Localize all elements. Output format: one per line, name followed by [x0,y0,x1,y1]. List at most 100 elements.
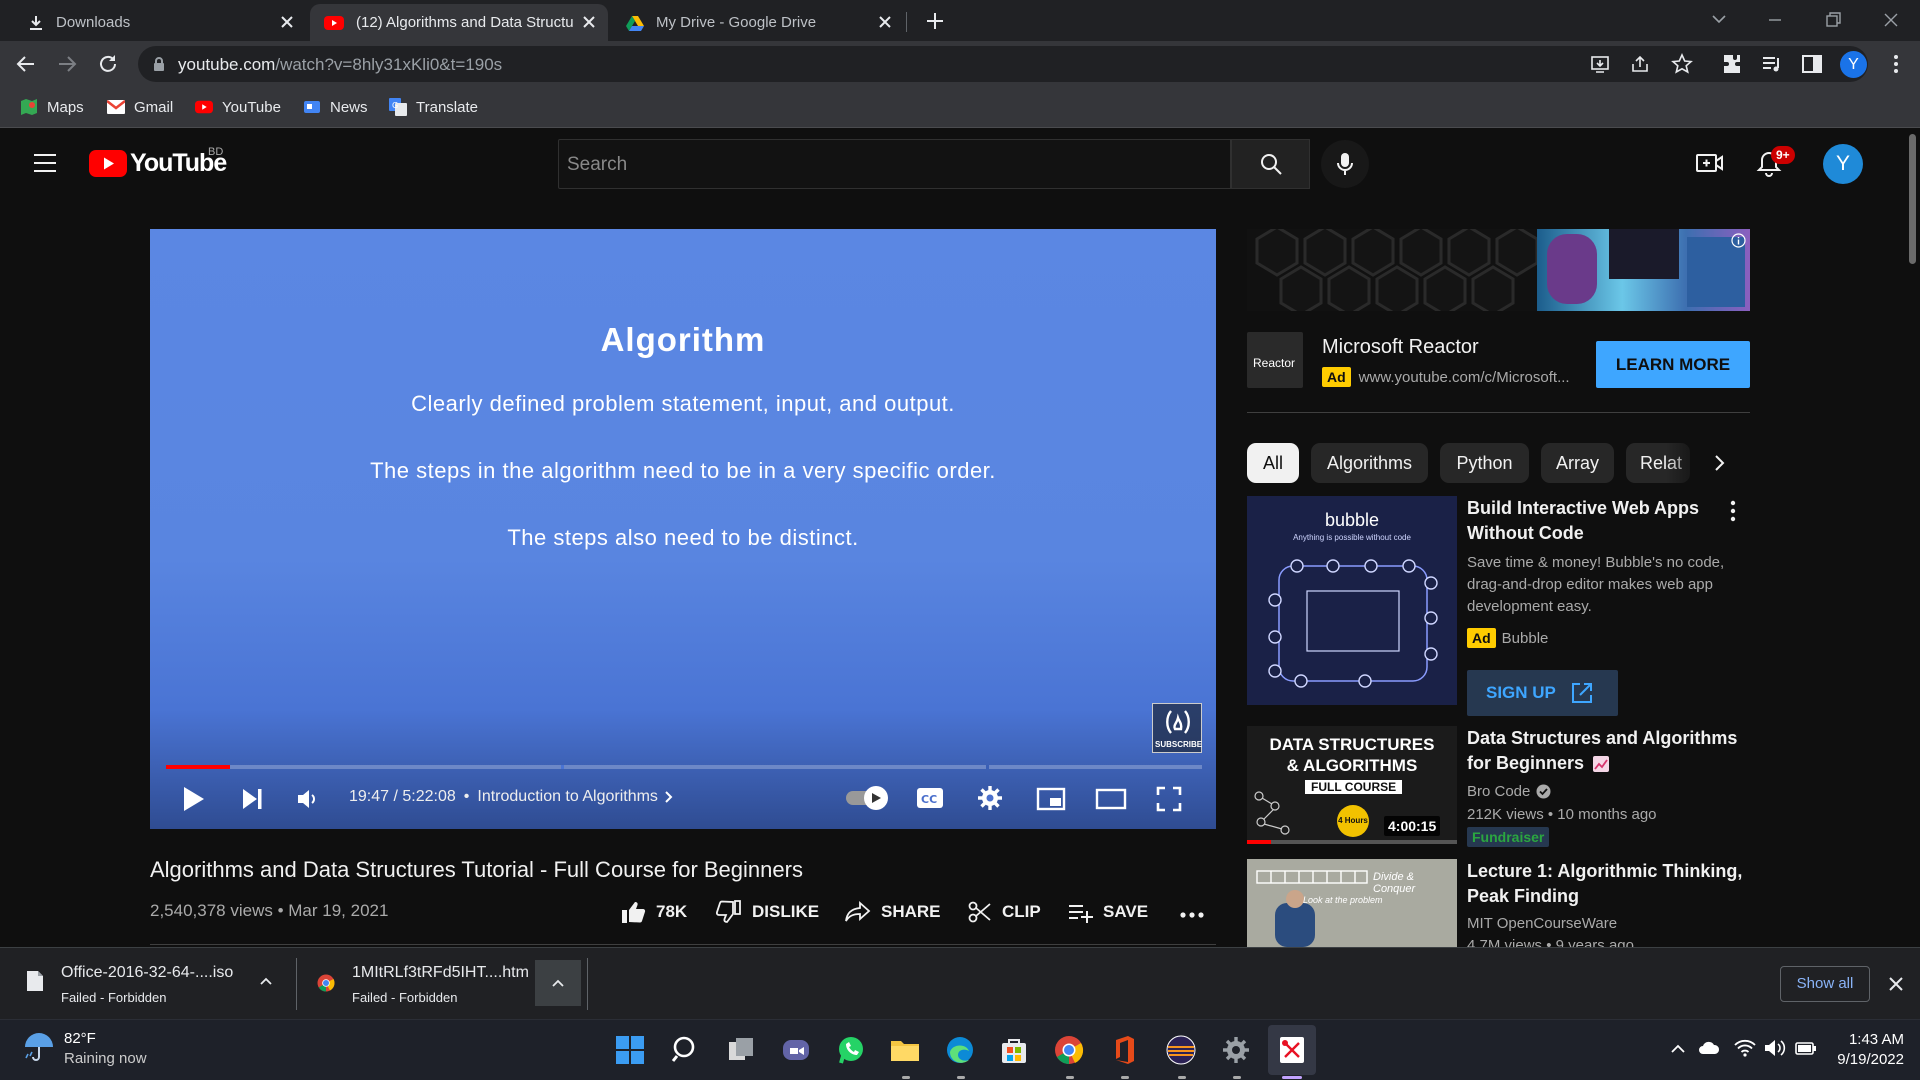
office-icon[interactable] [1108,1034,1140,1066]
bookmark-translate[interactable]: G Translate [389,98,478,116]
new-tab-icon[interactable] [924,10,946,32]
chapter-title[interactable]: Introduction to Algorithms [477,788,658,806]
minimize-icon[interactable] [1764,10,1786,30]
file-explorer-icon[interactable] [889,1034,921,1066]
chip-array[interactable]: Array [1541,443,1614,483]
tab-google-drive[interactable]: My Drive - Google Drive [612,4,904,41]
youtube-logo[interactable]: YouTube [89,149,227,178]
restore-icon[interactable] [1822,10,1844,30]
tab-downloads[interactable]: Downloads [14,4,306,41]
learn-more-button[interactable]: LEARN MORE [1596,341,1750,388]
close-icon[interactable] [1888,976,1904,992]
search-icon[interactable] [670,1034,702,1066]
clip-button[interactable]: CLIP [968,900,1041,924]
bookmark-maps[interactable]: Maps [20,98,84,116]
windows-start-icon[interactable] [614,1034,646,1066]
chevron-up-icon[interactable] [259,976,273,986]
video-title[interactable]: Lecture 1: Algorithmic Thinking, Peak Fi… [1467,859,1742,909]
teams-chat-icon[interactable] [780,1034,812,1066]
tab-youtube-video[interactable]: (12) Algorithms and Data Structu [310,4,608,41]
ad-thumbnail[interactable]: bubble Anything is possible without code [1247,496,1457,705]
bookmark-youtube[interactable]: YouTube [195,98,281,116]
volume-icon[interactable] [296,787,320,811]
video-title[interactable]: Data Structures and Algorithms for Begin… [1467,726,1737,776]
reload-icon[interactable] [96,52,120,76]
ad-title[interactable]: Build Interactive Web Apps Without Code [1467,496,1699,546]
theater-mode-icon[interactable] [1095,788,1127,810]
download-item[interactable]: 1MItRLf3tRFd5IHT....htm Failed - Forbidd… [297,948,587,1019]
banner-ad-image[interactable] [1247,229,1750,311]
chrome-icon[interactable] [1053,1034,1085,1066]
fullscreen-icon[interactable] [1156,786,1182,812]
address-bar[interactable]: youtube.com/watch?v=8hly31xKli0&t=190s [138,46,1868,82]
channel-watermark[interactable]: SUBSCRIBE [1152,703,1202,753]
create-video-icon[interactable] [1696,151,1724,175]
video-thumbnail[interactable]: Divide & Conquer Look at the problem [1247,859,1457,947]
microsoft-store-icon[interactable] [998,1034,1030,1066]
sign-up-button[interactable]: SIGN UP [1467,670,1618,716]
play-icon[interactable] [180,785,206,813]
video-player[interactable]: Algorithm Clearly defined problem statem… [150,229,1216,829]
volume-icon[interactable] [1764,1039,1786,1057]
share-page-icon[interactable] [1630,54,1650,74]
chip-python[interactable]: Python [1440,443,1529,483]
settings-gear-icon[interactable] [977,785,1003,811]
advertiser-logo[interactable]: Reactor [1247,332,1303,388]
system-clock[interactable]: 1:43 AM 9/19/2022 [1832,1030,1904,1070]
bookmark-star-icon[interactable] [1671,53,1693,75]
download-menu-button[interactable] [535,960,581,1006]
forward-arrow-icon[interactable] [55,52,79,76]
bookmark-gmail[interactable]: Gmail [107,98,173,116]
more-vertical-icon[interactable] [1884,52,1908,76]
onedrive-cloud-icon[interactable] [1698,1040,1720,1056]
task-view-icon[interactable] [725,1034,757,1066]
next-video-icon[interactable] [240,787,264,811]
video-thumbnail[interactable]: DATA STRUCTURES & ALGORITHMS FULL COURSE… [1247,726,1457,844]
install-app-icon[interactable] [1590,54,1610,74]
snipping-tool-icon[interactable] [1276,1034,1308,1066]
search-input[interactable]: Search [558,139,1231,189]
eclipse-ide-icon[interactable] [1165,1034,1197,1066]
search-button[interactable] [1231,139,1310,189]
media-queue-icon[interactable] [1760,52,1784,76]
dislike-button[interactable]: DISLIKE [716,900,819,924]
page-scrollbar[interactable] [1905,128,1920,947]
battery-charging-icon[interactable] [1794,1039,1818,1057]
more-vertical-icon[interactable] [1730,500,1736,522]
voice-search-button[interactable] [1321,140,1369,188]
extensions-puzzle-icon[interactable] [1720,52,1744,76]
chevron-right-icon[interactable] [1712,453,1726,473]
show-all-button[interactable]: Show all [1780,966,1870,1002]
hamburger-menu-icon[interactable] [32,152,58,174]
chevron-up-icon[interactable] [1670,1042,1686,1054]
side-panel-icon[interactable] [1800,52,1824,76]
share-button[interactable]: SHARE [845,900,941,924]
whatsapp-icon[interactable] [835,1034,867,1066]
like-button[interactable]: 78K [620,900,687,924]
scrollbar-thumb[interactable] [1909,134,1916,264]
profile-avatar[interactable]: Y [1840,51,1867,78]
miniplayer-icon[interactable] [1036,787,1066,811]
back-arrow-icon[interactable] [14,52,38,76]
account-avatar[interactable]: Y [1823,144,1863,184]
window-close-icon[interactable] [1880,10,1902,30]
lock-icon[interactable] [152,56,166,72]
wifi-icon[interactable] [1734,1039,1756,1057]
channel-name[interactable]: MIT OpenCourseWare [1467,915,1617,932]
chip-all[interactable]: All [1247,443,1299,483]
download-item[interactable]: Office-2016-32-64-....iso Failed - Forbi… [0,948,296,1019]
bookmark-news[interactable]: News [303,98,368,116]
chevron-down-icon[interactable] [1710,12,1728,26]
close-icon[interactable] [876,13,894,31]
channel-name[interactable]: Bro Code [1467,783,1530,800]
save-button[interactable]: SAVE [1068,900,1148,924]
autoplay-toggle[interactable] [846,786,888,810]
close-icon[interactable] [580,13,598,31]
settings-gear-icon[interactable] [1220,1034,1252,1066]
info-icon[interactable] [1731,233,1746,248]
weather-widget[interactable]: 82°F Raining now [22,1030,147,1067]
progress-bar[interactable] [166,765,1202,769]
closed-captions-icon[interactable]: CC [916,787,944,809]
chip-algorithms[interactable]: Algorithms [1311,443,1428,483]
edge-icon[interactable] [944,1034,976,1066]
